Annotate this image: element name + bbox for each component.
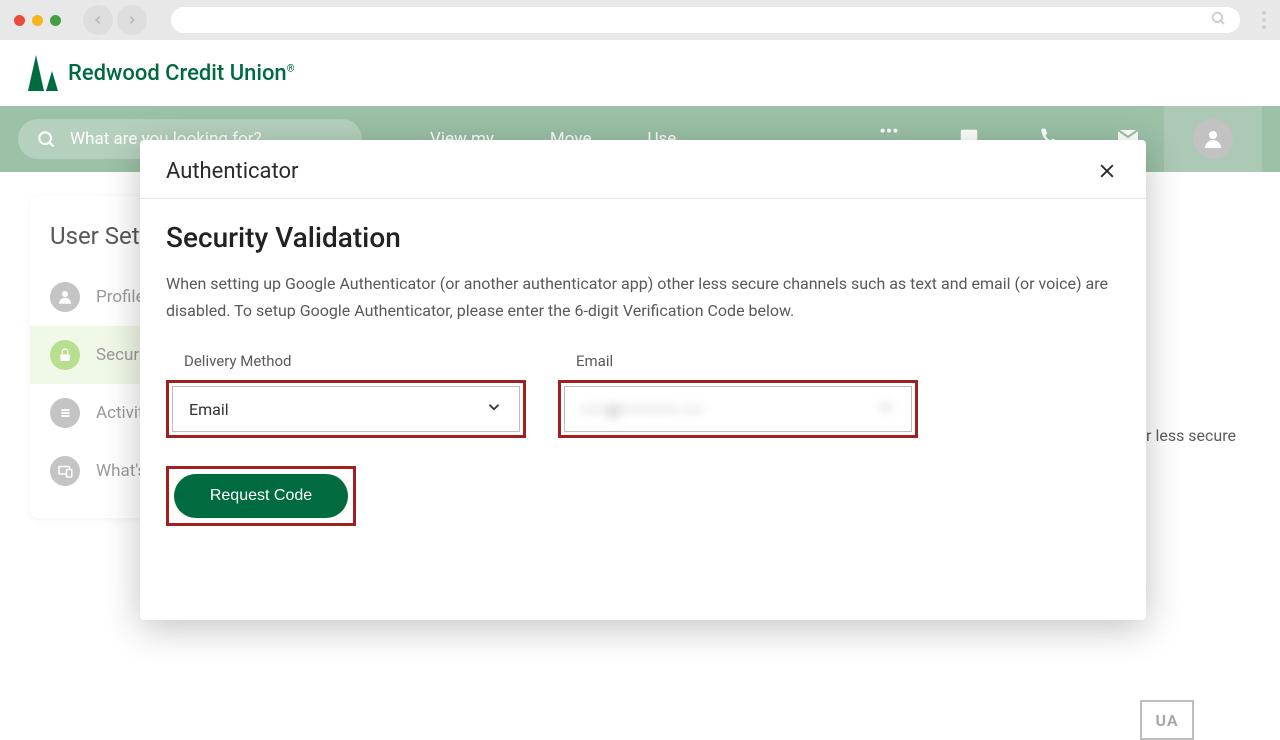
- avatar-icon: [1193, 119, 1233, 159]
- highlight-annotation: ••••@•••••••••.•••: [558, 380, 918, 438]
- ncua-badge: UA: [1140, 700, 1194, 740]
- sidebar-item-label: What's: [96, 461, 146, 481]
- delivery-method-label: Delivery Method: [166, 352, 526, 370]
- browser-chrome: [0, 0, 1280, 40]
- close-button[interactable]: [1094, 158, 1120, 184]
- modal-header-title: Authenticator: [166, 159, 299, 184]
- select-value: Email: [189, 400, 229, 419]
- window-maximize-button[interactable]: [50, 15, 61, 26]
- traffic-lights: [14, 15, 61, 26]
- modal-description: When setting up Google Authenticator (or…: [166, 270, 1116, 324]
- logo-row: Redwood Credit Union®: [0, 40, 1280, 106]
- logo-mark[interactable]: [28, 55, 58, 91]
- authenticator-modal: Authenticator Security Validation When s…: [140, 140, 1146, 620]
- sidebar-item-label: Profile: [96, 287, 145, 307]
- email-label: Email: [558, 352, 918, 370]
- search-icon: [1210, 10, 1226, 30]
- email-select[interactable]: ••••@•••••••••.•••: [564, 386, 912, 432]
- delivery-method-select[interactable]: Email: [172, 386, 520, 432]
- logo-text: Redwood Credit Union®: [68, 61, 295, 86]
- close-icon: [1097, 161, 1117, 181]
- select-value: ••••@•••••••••.•••: [581, 400, 704, 419]
- user-menu[interactable]: [1164, 106, 1262, 172]
- profile-icon: [50, 282, 80, 312]
- window-minimize-button[interactable]: [32, 15, 43, 26]
- chevron-down-icon: [877, 398, 895, 420]
- browser-urlbar[interactable]: [171, 7, 1240, 33]
- chevron-down-icon: [485, 398, 503, 420]
- search-icon: [36, 129, 56, 149]
- lock-icon: [50, 340, 80, 370]
- browser-forward-button[interactable]: [117, 5, 147, 35]
- device-icon: [50, 456, 80, 486]
- list-icon: [50, 398, 80, 428]
- request-code-button[interactable]: Request Code: [174, 474, 348, 518]
- browser-back-button[interactable]: [83, 5, 113, 35]
- window-close-button[interactable]: [14, 15, 25, 26]
- modal-title: Security Validation: [166, 221, 1120, 254]
- highlight-annotation: Request Code: [166, 466, 356, 526]
- highlight-annotation: Email: [166, 380, 526, 438]
- browser-menu-button[interactable]: [1262, 11, 1266, 29]
